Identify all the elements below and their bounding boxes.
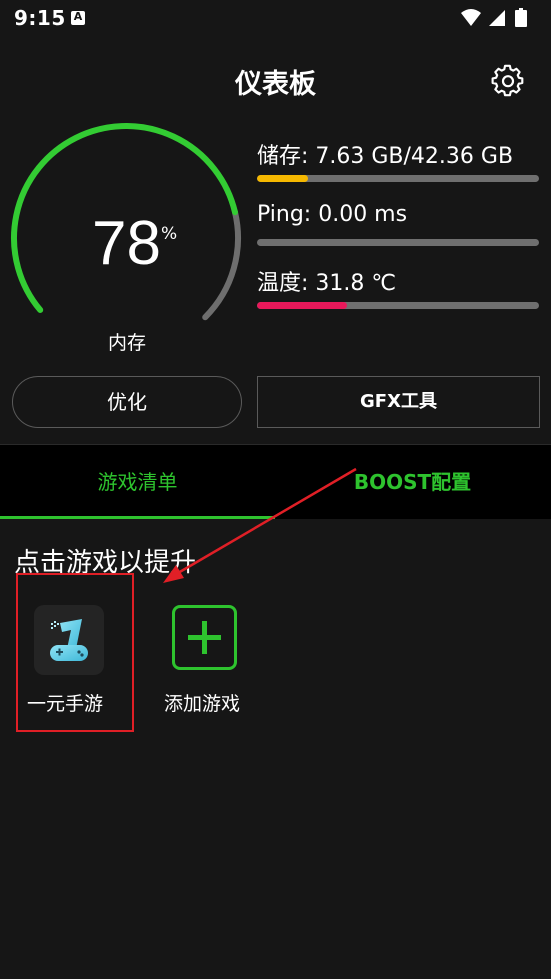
memory-gauge: 78 % 内存: [0, 120, 260, 360]
gauge-value: 78: [92, 209, 161, 278]
status-time: 9:15: [14, 6, 66, 30]
tab-game-list[interactable]: 游戏清单: [0, 445, 275, 519]
ping-label: Ping: 0.00 ms: [257, 202, 408, 227]
battery-icon: [515, 8, 527, 27]
optimize-button[interactable]: 优化: [12, 376, 242, 428]
plus-icon: [188, 621, 221, 654]
page-title: 仪表板: [235, 69, 316, 100]
annotation-highlight-box: [16, 573, 134, 732]
temperature-stat: 温度: 31.8 ℃: [257, 265, 539, 309]
gauge-label: 内存: [107, 332, 146, 354]
settings-button[interactable]: [490, 63, 526, 99]
gfx-tool-button[interactable]: GFX工具: [257, 376, 540, 428]
ping-stat: Ping: 0.00 ms: [257, 202, 539, 246]
add-game-button[interactable]: [172, 605, 237, 670]
storage-label: 储存: 7.63 GB/42.36 GB: [257, 144, 514, 169]
temperature-bar: [257, 302, 539, 309]
wifi-icon: [461, 9, 481, 26]
temperature-bar-fill: [257, 302, 348, 309]
ping-bar: [257, 239, 539, 246]
notification-a-letter: A: [73, 10, 83, 23]
tab-bar: 游戏清单 BOOST配置: [0, 444, 551, 519]
storage-bar: [257, 175, 539, 182]
signal-icon: [489, 10, 505, 26]
gauge-unit: %: [161, 224, 178, 244]
temperature-label: 温度: 31.8 ℃: [257, 271, 397, 296]
add-game-label: 添加游戏: [164, 693, 241, 715]
notification-a-icon: A: [71, 10, 85, 25]
tab-boost-config[interactable]: BOOST配置: [275, 445, 550, 519]
gear-icon: [491, 64, 524, 97]
tab-active-indicator: [0, 516, 275, 519]
storage-stat: 储存: 7.63 GB/42.36 GB: [257, 138, 539, 182]
storage-bar-fill: [257, 175, 308, 182]
status-icons: [459, 8, 539, 28]
gauge-track: [202, 209, 242, 321]
status-bar: 9:15 A: [0, 0, 551, 38]
